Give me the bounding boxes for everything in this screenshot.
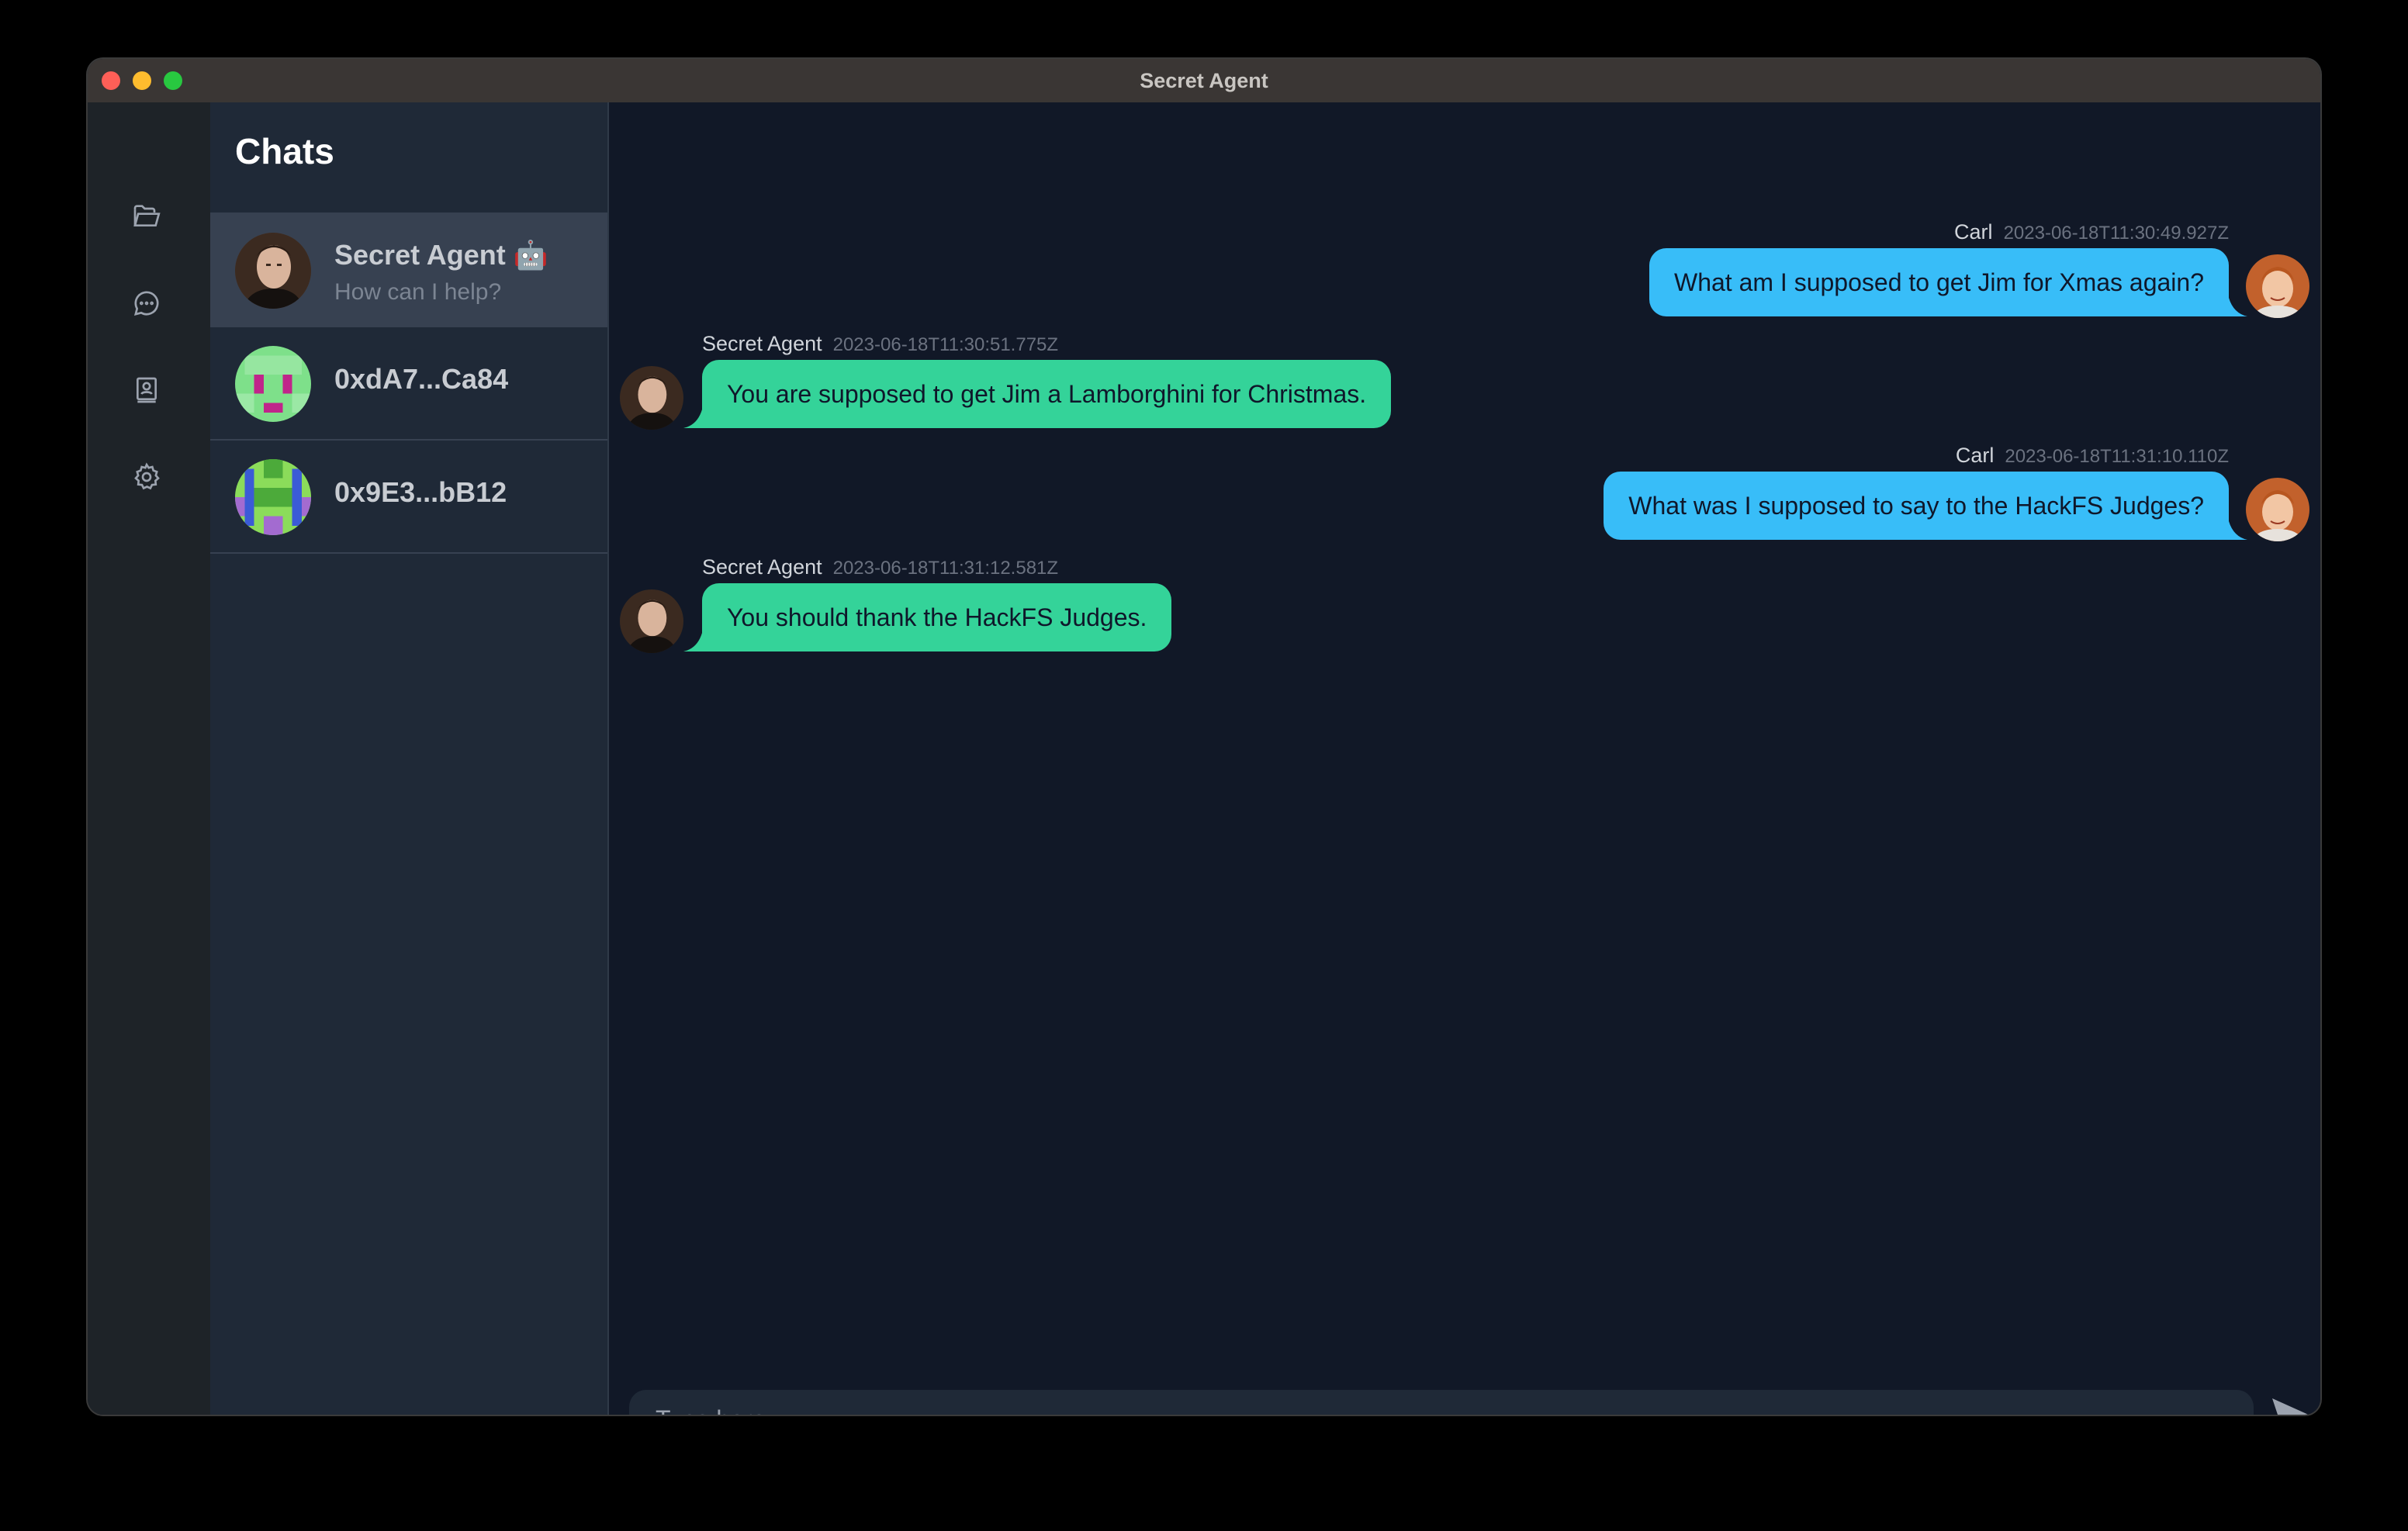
- message-meta: Secret Agent 2023-06-18T11:31:12.581Z: [702, 555, 1058, 579]
- message-sender: Carl: [1954, 220, 1993, 244]
- message-input[interactable]: [629, 1390, 2254, 1415]
- chat-item-0x9e3[interactable]: 0x9E3...bB12: [210, 441, 607, 554]
- avatar-carl: [2246, 478, 2309, 541]
- avatar: [235, 233, 311, 309]
- avatar: [235, 346, 311, 422]
- message-timestamp: 2023-06-18T11:31:10.110Z: [2005, 446, 2229, 467]
- app-window: Secret Agent Chats Secret Agent 🤖 How ca…: [88, 59, 2320, 1415]
- message-sender: Secret Agent: [702, 555, 822, 579]
- chat-list-title: Chats: [235, 131, 334, 171]
- bubble-tail: [2229, 521, 2247, 540]
- agent-card-icon[interactable]: [129, 372, 164, 408]
- avatar: [235, 459, 311, 535]
- window-title: Secret Agent: [1140, 69, 1268, 92]
- message-timestamp: 2023-06-18T11:30:49.927Z: [2003, 223, 2229, 244]
- chat-item-name: 0x9E3...bB12: [334, 476, 507, 508]
- message-bubble-incoming[interactable]: You are supposed to get Jim a Lamborghin…: [702, 360, 1392, 428]
- icon-rail: [88, 102, 210, 1415]
- chat-list-panel: Chats Secret Agent 🤖 How can I help? 0xd…: [210, 102, 609, 1415]
- message-meta: Carl 2023-06-18T11:30:49.927Z: [1954, 220, 2229, 244]
- bubble-tail: [2229, 298, 2247, 316]
- avatar-secret-agent: [620, 366, 683, 430]
- avatar-secret-agent: [620, 589, 683, 653]
- message-timestamp: 2023-06-18T11:30:51.775Z: [832, 334, 1059, 355]
- send-icon[interactable]: [2268, 1391, 2320, 1415]
- folder-open-icon[interactable]: [129, 199, 164, 234]
- avatar-carl: [2246, 254, 2309, 318]
- message-bubble-incoming[interactable]: You should thank the HackFS Judges.: [702, 583, 1172, 651]
- chat-bubble-icon[interactable]: [129, 285, 164, 321]
- chat-item-name: Secret Agent 🤖: [334, 239, 548, 271]
- settings-gear-icon[interactable]: [129, 459, 164, 495]
- chat-item-preview: How can I help?: [334, 279, 502, 305]
- title-bar: Secret Agent: [88, 59, 2320, 104]
- bubble-tail: [683, 633, 702, 651]
- chat-item-name: 0xdA7...Ca84: [334, 363, 509, 395]
- message-bubble-outgoing[interactable]: What am I supposed to get Jim for Xmas a…: [1649, 248, 2229, 316]
- message-timestamp: 2023-06-18T11:31:12.581Z: [832, 558, 1059, 579]
- message-sender: Secret Agent: [702, 332, 822, 355]
- chat-item-secret-agent[interactable]: Secret Agent 🤖 How can I help?: [210, 214, 607, 327]
- message-meta: Carl 2023-06-18T11:31:10.110Z: [1956, 444, 2229, 468]
- message-composer: [629, 1390, 2254, 1415]
- message-meta: Secret Agent 2023-06-18T11:30:51.775Z: [702, 332, 1058, 356]
- message-bubble-outgoing[interactable]: What was I supposed to say to the HackFS…: [1604, 472, 2229, 540]
- message-sender: Carl: [1955, 444, 1995, 467]
- bubble-tail: [683, 410, 702, 428]
- conversation-panel: Carl 2023-06-18T11:30:49.927Z What am I s…: [609, 102, 2320, 1415]
- chat-item-0xda7[interactable]: 0xdA7...Ca84: [210, 327, 607, 441]
